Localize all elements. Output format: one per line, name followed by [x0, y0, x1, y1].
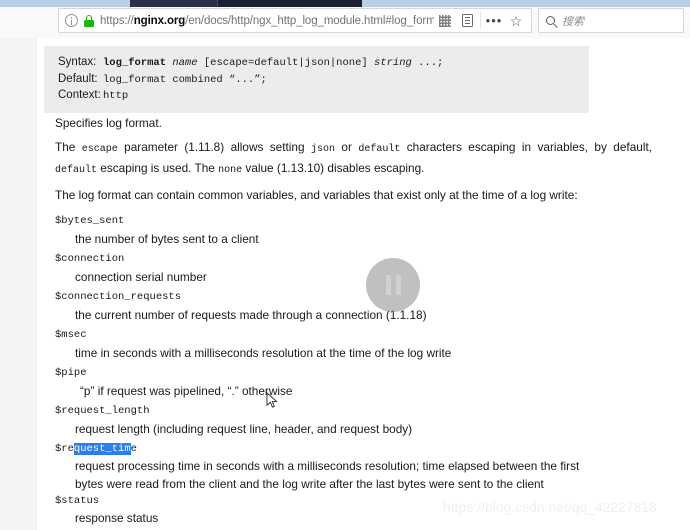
mouse-pointer	[266, 392, 278, 408]
variable-desc-status: response status	[75, 511, 159, 525]
default-value: log_format combined “...”;	[103, 73, 267, 86]
variable-desc-connection: connection serial number	[75, 270, 207, 284]
p2-part-f: value (1.13.10) disables escaping.	[242, 161, 425, 175]
variable-desc-bytes-sent: the number of bytes sent to a client	[75, 232, 259, 246]
reader-view-icon[interactable]	[456, 10, 478, 32]
p2-part-a: The	[55, 140, 82, 154]
request-time-suffix: e	[130, 443, 137, 455]
paragraph-escape: The escape parameter (1.11.8) allows set…	[55, 138, 652, 180]
p2-part-b: parameter (1.11.8) allows setting	[117, 140, 311, 154]
variable-desc-msec: time in seconds with a milliseconds reso…	[75, 346, 452, 360]
syntax-name: name	[172, 57, 198, 69]
context-label: Context:	[58, 89, 101, 101]
p2-code-json: json	[310, 144, 335, 155]
variable-name-bytes-sent: $bytes_sent	[55, 215, 125, 227]
variable-desc-request-time-line1: request processing time in seconds with …	[75, 459, 580, 473]
more-dots-icon[interactable]: •••	[483, 10, 505, 32]
variable-name-connection-requests: $connection_requests	[55, 291, 182, 303]
browser-window: https://nginx.org/en/docs/http/ngx_http_…	[0, 0, 690, 530]
paragraph-log-format-vars: The log format can contain common variab…	[55, 188, 578, 202]
document-content: Syntax: log_format name [escape=default|j…	[38, 38, 690, 530]
site-info-icon[interactable]	[65, 14, 78, 27]
context-value: http	[103, 90, 129, 102]
variable-desc-request-time-line2: bytes were read from the client and the …	[75, 477, 544, 491]
text-selection-highlight: quest_tim	[73, 443, 131, 455]
variable-name-request-time[interactable]: $request_time	[55, 443, 137, 455]
toolbar-left-spacer	[0, 7, 56, 38]
variable-desc-connection-requests: the current number of requests made thro…	[75, 308, 427, 322]
syntax-escape: [escape=default|json|none]	[203, 57, 368, 69]
p2-code-default-2: default	[55, 165, 98, 176]
variable-name-pipe: $pipe	[55, 367, 87, 379]
variable-name-status: $status	[55, 495, 100, 507]
default-row: Default: log_format combined “...”;	[58, 71, 577, 88]
syntax-tail: ...;	[418, 57, 444, 69]
variable-name-msec: $msec	[55, 329, 87, 341]
variable-desc-request-length: request length (including request line, …	[75, 422, 413, 436]
variable-name-connection: $connection	[55, 253, 125, 265]
page-left-gutter	[0, 38, 37, 530]
url-scheme: https://	[100, 14, 134, 27]
toolbar-divider	[480, 12, 481, 29]
paragraph-specifies: Specifies log format.	[55, 116, 162, 130]
pause-bar-right	[395, 275, 401, 295]
star-icon[interactable]: ☆	[505, 10, 527, 32]
p2-code-default: default	[358, 144, 401, 155]
browser-tab[interactable]	[130, 0, 218, 7]
p2-part-c: or	[334, 140, 359, 154]
syntax-label: Syntax:	[58, 56, 97, 68]
page-viewport: Syntax: log_format name [escape=default|j…	[0, 38, 690, 530]
p2-code-escape: escape	[81, 144, 118, 155]
url-text: https://nginx.org/en/docs/http/ngx_http_…	[100, 15, 434, 27]
url-path: /en/docs/http/ngx_http_log_module.html#l…	[185, 14, 434, 27]
syntax-string: string	[374, 57, 412, 69]
syntax-directive: log_format	[103, 57, 167, 69]
variable-name-request-length: $request_length	[55, 405, 150, 417]
p2-part-e: escaping is used. The	[97, 161, 219, 175]
variable-desc-pipe: “p” if request was pipelined, “.” otherw…	[80, 384, 293, 398]
pause-bar-left	[385, 275, 391, 295]
context-row: Context: http	[58, 87, 577, 104]
syntax-row: Syntax: log_format name [escape=default|j…	[58, 54, 577, 71]
lock-icon[interactable]	[83, 14, 94, 27]
p2-part-d: characters escaping in variables, by def…	[400, 140, 652, 154]
search-bar[interactable]: 搜索	[538, 8, 684, 33]
url-host: nginx.org	[133, 14, 186, 27]
pause-icon[interactable]	[366, 258, 420, 312]
address-bar[interactable]: https://nginx.org/en/docs/http/ngx_http_…	[58, 8, 532, 33]
watermark: https://blog.csdn.net/qq_42227818	[443, 500, 657, 515]
directive-syntax-block: Syntax: log_format name [escape=default|j…	[44, 46, 589, 113]
p2-code-none: none	[218, 165, 243, 176]
default-label: Default:	[58, 72, 98, 85]
search-placeholder: 搜索	[562, 15, 584, 28]
search-icon	[546, 16, 555, 25]
qr-code-icon[interactable]	[434, 10, 456, 32]
request-time-prefix: $re	[55, 443, 74, 455]
